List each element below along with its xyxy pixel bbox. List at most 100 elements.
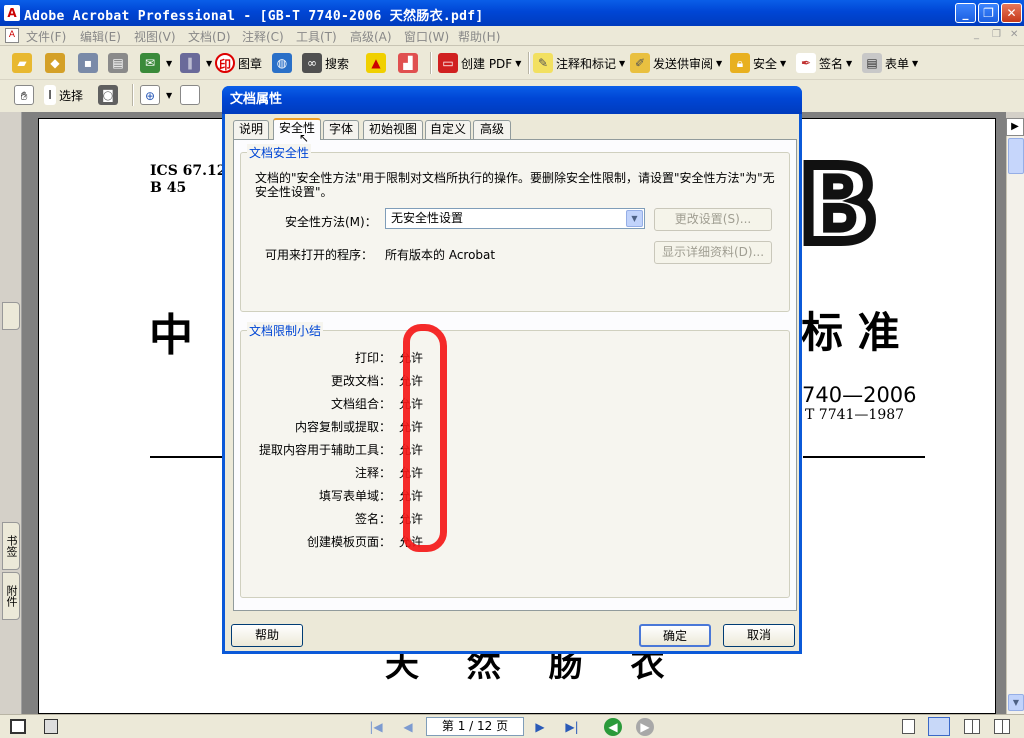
close-button[interactable]: ✕ <box>1001 3 1022 23</box>
vertical-scrollbar[interactable]: ▲ ▼ <box>1006 118 1024 714</box>
show-details-button[interactable]: 显示详细资料(D)... <box>654 241 772 264</box>
restriction-label-document-assembly: 文档组合： <box>330 397 391 411</box>
mdi-restore-icon[interactable]: ❐ <box>992 29 1001 40</box>
save-button[interactable]: ▪ <box>78 52 101 74</box>
security-method-label: 安全性方法(M)： <box>285 215 377 229</box>
restriction-label-template-pages: 创建模板页面： <box>306 535 391 549</box>
menu-bar: A 文件(F) 编辑(E) 视图(V) 文档(D) 注释(C) 工具(T) 高级… <box>0 26 1024 46</box>
menu-comments[interactable]: 注释(C) <box>242 28 284 45</box>
actual-size-button[interactable] <box>180 84 203 106</box>
chevron-down-icon[interactable]: ▼ <box>626 210 643 227</box>
open-button[interactable]: ▰ <box>12 52 35 74</box>
doc-replaces: T 7741—1987 <box>805 407 905 423</box>
panel-toggle-handle[interactable] <box>2 302 20 330</box>
toolbar-separator <box>528 52 530 74</box>
forms-button[interactable]: ▤ 表单 ▼ <box>862 52 918 74</box>
save-icon: ▪ <box>78 53 98 73</box>
paperclip-icon: ∥ <box>180 53 200 73</box>
security-method-dropdown[interactable]: 无安全性设置 ▼ <box>385 208 645 229</box>
scroll-thumb[interactable] <box>1008 138 1024 174</box>
document-security-label: 文档安全性 <box>247 144 312 161</box>
menu-advanced[interactable]: 高级(A) <box>350 28 392 45</box>
web-button[interactable]: ◍ <box>272 52 295 74</box>
acrobat-app-icon[interactable]: A <box>4 5 20 21</box>
doc-rule-right <box>803 456 925 458</box>
tab-fonts[interactable]: 字体 <box>323 120 359 139</box>
comment-markup-button[interactable]: ✎ 注释和标记 ▼ <box>533 52 625 74</box>
go-back-icon[interactable]: ◀ <box>604 718 622 736</box>
last-page-button[interactable]: ▶| <box>562 718 582 736</box>
menu-view[interactable]: 视图(V) <box>134 28 176 45</box>
search-label: 搜索 <box>325 56 350 71</box>
cancel-button[interactable]: 取消 <box>723 624 795 647</box>
doc-standard-number: 740—2006 <box>802 383 917 407</box>
send-review-button[interactable]: ✐ 发送供审阅 ▼ <box>630 52 722 74</box>
panel-arrow-icon[interactable]: ▶ <box>1006 118 1024 136</box>
warning-triangle-icon: ▲ <box>366 53 386 73</box>
security-button[interactable]: 🔒︎ 安全 ▼ <box>730 52 786 74</box>
tab-initial-view[interactable]: 初始视图 <box>363 120 423 139</box>
zoom-button[interactable]: ⊕ ▼ <box>140 84 172 106</box>
pdf-optimizer-button[interactable]: ▟ <box>398 52 421 74</box>
select-label: 选择 <box>59 88 84 103</box>
tab-description[interactable]: 说明 <box>233 120 269 139</box>
previous-page-button[interactable]: ◀ <box>398 718 418 736</box>
mdi-minimize-icon[interactable]: _ <box>974 29 979 40</box>
stamp-label: 图章 <box>238 56 263 71</box>
page-number-field[interactable]: 第 1 / 12 页 <box>426 717 524 736</box>
menu-tools[interactable]: 工具(T) <box>296 28 337 45</box>
advanced-editing-button[interactable]: ▲ <box>366 52 389 74</box>
change-settings-button[interactable]: 更改设置(S)... <box>654 208 772 231</box>
menu-document[interactable]: 文档(D) <box>188 28 231 45</box>
restore-button[interactable]: ❐ <box>978 3 999 23</box>
continuous-view-icon[interactable] <box>928 717 950 736</box>
tab-custom[interactable]: 自定义 <box>425 120 471 139</box>
email-button[interactable]: ✉ ▼ <box>140 52 172 74</box>
document-icon[interactable]: A <box>5 28 19 43</box>
go-forward-icon[interactable]: ▶ <box>636 718 654 736</box>
organizer-button[interactable]: ◆ <box>45 52 68 74</box>
menu-file[interactable]: 文件(F) <box>26 28 66 45</box>
restriction-label-signing: 签名： <box>354 512 391 526</box>
page-size-icon[interactable] <box>44 719 58 734</box>
mouse-cursor-icon: ↖ <box>299 131 310 145</box>
hand-tool-button[interactable]: ✋︎ <box>14 84 37 106</box>
first-page-button[interactable]: |◀ <box>366 718 386 736</box>
tab-security[interactable]: 安全性 <box>273 118 321 140</box>
attachments-tab[interactable]: 附件 <box>2 572 20 620</box>
binoculars-icon: ∞ <box>302 53 322 73</box>
tab-advanced[interactable]: 高级 <box>473 120 511 139</box>
continuous-facing-view-icon[interactable] <box>994 719 1010 734</box>
page-layout-icon[interactable] <box>10 719 26 734</box>
print-button[interactable]: ▤ <box>108 52 131 74</box>
create-pdf-button[interactable]: ▭ 创建 PDF ▼ <box>438 52 521 74</box>
facing-view-icon[interactable] <box>964 719 980 734</box>
sign-button[interactable]: ✒ 签名 ▼ <box>796 52 852 74</box>
zoom-in-icon: ⊕ <box>140 85 160 105</box>
search-button[interactable]: ∞ 搜索 <box>302 52 349 74</box>
security-description-line1: 文档的"安全性方法"用于限制对文档所执行的操作。要删除安全性限制，请设置"安全性… <box>255 171 775 185</box>
window-title-bar: A Adobe Acrobat Professional - [GB-T 774… <box>0 0 1024 26</box>
ok-button[interactable]: 确定 <box>639 624 711 647</box>
single-page-view-icon[interactable] <box>902 719 915 734</box>
bookmarks-tab[interactable]: 书签 <box>2 522 20 570</box>
sign-label: 签名 <box>819 56 844 71</box>
restriction-label-form-filling: 填写表单域： <box>318 489 391 503</box>
select-tool-button[interactable]: I 选择 <box>44 84 83 106</box>
restrictions-summary-group: 文档限制小结 打印： 允许 更改文档： 允许 文档组合： 允许 内容复制或提取：… <box>240 322 790 598</box>
folder-open-icon: ▰ <box>12 53 32 73</box>
menu-window[interactable]: 窗口(W) <box>404 28 449 45</box>
minimize-button[interactable]: _ <box>955 3 976 23</box>
menu-help[interactable]: 帮助(H) <box>458 28 500 45</box>
scroll-down-button[interactable]: ▼ <box>1008 694 1024 711</box>
menu-edit[interactable]: 编辑(E) <box>80 28 121 45</box>
security-description-line2: 安全性设置"。 <box>255 185 333 199</box>
attach-button[interactable]: ∥ ▼ <box>180 52 212 74</box>
help-button[interactable]: 帮助 <box>231 624 303 647</box>
stamp-button[interactable]: 印图章 <box>215 52 262 74</box>
restriction-label-accessibility-extraction: 提取内容用于辅助工具： <box>258 443 391 457</box>
mdi-close-icon[interactable]: ✕ <box>1010 29 1018 40</box>
pen-icon: ✒ <box>796 53 816 73</box>
next-page-button[interactable]: ▶ <box>530 718 550 736</box>
snapshot-button[interactable]: ◙ <box>98 84 121 106</box>
